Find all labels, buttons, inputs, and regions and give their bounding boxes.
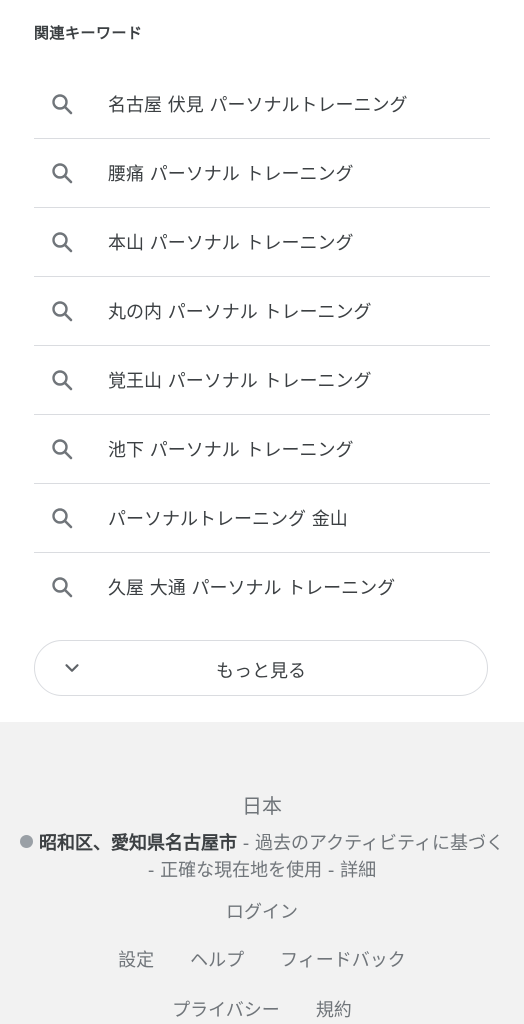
footer-links-secondary: プライバシー 規約 xyxy=(0,996,524,1022)
search-icon xyxy=(52,370,73,391)
footer: 日本 昭和区、愛知県名古屋市 - 過去のアクティビティに基づく - 正確な現在地… xyxy=(0,722,524,1024)
search-icon xyxy=(52,577,73,598)
suggestion-item[interactable]: 腰痛 パーソナル トレーニング xyxy=(34,139,490,208)
feedback-link[interactable]: フィードバック xyxy=(280,950,406,971)
suggestion-label: 名古屋 伏見 パーソナルトレーニング xyxy=(108,95,408,116)
suggestion-label: 腰痛 パーソナル トレーニング xyxy=(108,164,354,185)
help-link[interactable]: ヘルプ xyxy=(190,950,244,971)
section-title: 関連キーワード xyxy=(34,24,143,42)
suggestion-item[interactable]: 名古屋 伏見 パーソナルトレーニング xyxy=(34,70,490,139)
suggestion-item[interactable]: 丸の内 パーソナル トレーニング xyxy=(34,277,490,346)
location-source: 過去のアクティビティに基づく xyxy=(255,833,504,854)
location-dot-icon xyxy=(20,835,34,848)
footer-country: 日本 xyxy=(242,794,282,818)
search-icon xyxy=(52,94,73,115)
suggestion-label: 久屋 大通 パーソナル トレーニング xyxy=(108,578,396,599)
suggestion-list: 名古屋 伏見 パーソナルトレーニング 腰痛 パーソナル トレーニング 本山 パー… xyxy=(34,70,490,621)
search-icon xyxy=(52,439,73,460)
suggestion-label: パーソナルトレーニング 金山 xyxy=(108,509,348,530)
privacy-link[interactable]: プライバシー xyxy=(172,1000,280,1021)
terms-link[interactable]: 規約 xyxy=(316,1000,352,1021)
related-searches-section: 関連キーワード 名古屋 伏見 パーソナルトレーニング 腰痛 パーソナル トレーニ… xyxy=(0,0,524,722)
footer-links: 設定 ヘルプ フィードバック xyxy=(0,946,524,972)
suggestion-item[interactable]: 覚王山 パーソナル トレーニング xyxy=(34,346,490,415)
show-more-button[interactable]: もっと見る xyxy=(34,640,488,696)
suggestion-item[interactable]: パーソナルトレーニング 金山 xyxy=(34,484,490,553)
footer-location: 昭和区、愛知県名古屋市 - 過去のアクティビティに基づく - 正確な現在地を使用… xyxy=(14,830,510,884)
search-icon xyxy=(52,163,73,184)
location-separator: - xyxy=(147,860,161,881)
settings-link[interactable]: 設定 xyxy=(118,950,154,971)
use-precise-location-link[interactable]: 正確な現在地を使用 xyxy=(160,860,322,881)
suggestion-item[interactable]: 本山 パーソナル トレーニング xyxy=(34,208,490,277)
location-separator: - xyxy=(322,860,341,881)
location-separator: - xyxy=(237,833,255,854)
search-icon xyxy=(52,508,73,529)
suggestion-label: 丸の内 パーソナル トレーニング xyxy=(108,302,372,323)
location-details-link[interactable]: 詳細 xyxy=(340,860,376,881)
location-place: 昭和区、愛知県名古屋市 xyxy=(39,833,238,854)
suggestion-item[interactable]: 久屋 大通 パーソナル トレーニング xyxy=(34,553,490,621)
suggestion-label: 覚王山 パーソナル トレーニング xyxy=(108,371,372,392)
search-icon xyxy=(52,232,73,253)
search-icon xyxy=(52,301,73,322)
suggestion-label: 本山 パーソナル トレーニング xyxy=(108,233,354,254)
show-more-label: もっと見る xyxy=(216,661,306,682)
suggestion-label: 池下 パーソナル トレーニング xyxy=(108,440,354,461)
suggestion-item[interactable]: 池下 パーソナル トレーニング xyxy=(34,415,490,484)
login-link[interactable]: ログイン xyxy=(0,898,524,924)
